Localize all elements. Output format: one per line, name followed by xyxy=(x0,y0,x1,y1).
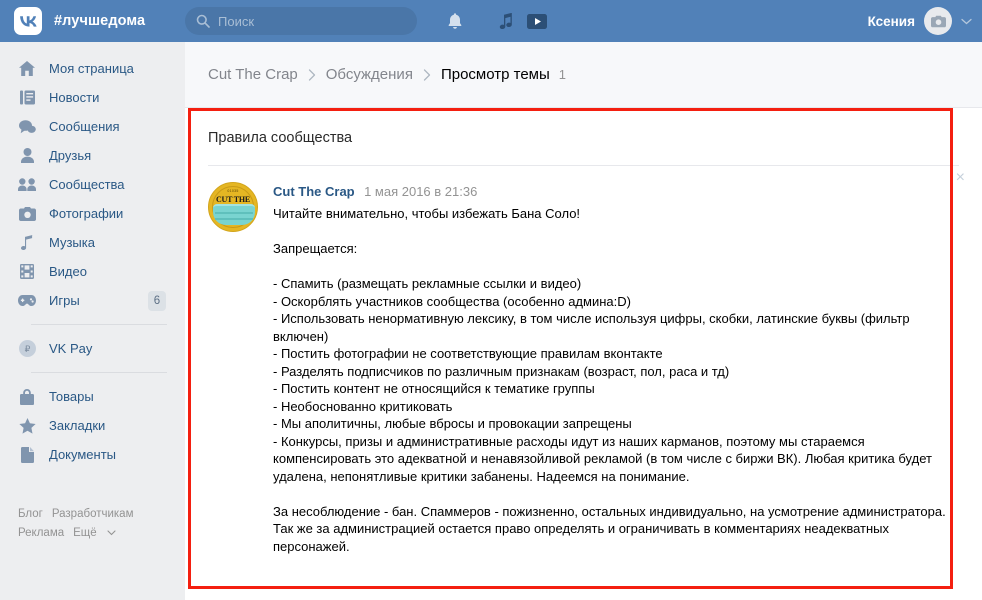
svg-text:₽: ₽ xyxy=(24,344,30,354)
bag-icon xyxy=(18,388,36,406)
avatar[interactable] xyxy=(924,7,952,35)
film-icon xyxy=(18,263,36,281)
people-icon xyxy=(18,176,36,194)
header-username: Ксения xyxy=(867,13,915,29)
sidebar-item-documents[interactable]: Документы xyxy=(0,440,185,469)
sidebar-label: Игры xyxy=(49,293,80,308)
page-title: Правила сообщества xyxy=(208,130,353,146)
brand-hashtag: #лучшедома xyxy=(54,13,146,29)
chevron-right-icon xyxy=(308,68,316,81)
chevron-right-icon xyxy=(423,68,431,81)
main-content: Cut The Crap Обсуждения Просмотр темы 1 … xyxy=(185,42,982,600)
sidebar-label: Товары xyxy=(49,389,94,404)
video-play-icon[interactable] xyxy=(520,0,554,42)
avatar-name-text: CUT THE xyxy=(215,194,251,204)
sidebar-item-communities[interactable]: Сообщества xyxy=(0,170,185,199)
sidebar-item-my-page[interactable]: Моя страница xyxy=(0,54,185,83)
home-icon xyxy=(18,60,36,78)
camera-icon xyxy=(18,205,36,223)
sidebar-item-friends[interactable]: Друзья xyxy=(0,141,185,170)
sidebar-label: Друзья xyxy=(49,148,92,163)
footer-link-more[interactable]: Ещё xyxy=(73,527,97,539)
left-sidebar: Моя страница Новости Сообщения Друзья Со… xyxy=(0,42,185,600)
post: 01035 CUT THE Cut The Crap 1 мая 2016 в … xyxy=(208,166,965,555)
sidebar-item-video[interactable]: Видео xyxy=(0,257,185,286)
sidebar-item-goods[interactable]: Товары xyxy=(0,382,185,411)
close-icon[interactable]: × xyxy=(956,170,965,186)
main-navigation: Моя страница Новости Сообщения Друзья Со… xyxy=(0,42,185,469)
avatar-top-text: 01035 xyxy=(227,189,239,193)
vk-logo-icon[interactable] xyxy=(14,7,42,35)
sidebar-label: Моя страница xyxy=(49,61,134,76)
sidebar-label: Документы xyxy=(49,447,117,462)
breadcrumb-group[interactable]: Cut The Crap xyxy=(208,66,298,83)
gamepad-icon xyxy=(18,292,36,310)
community-avatar[interactable]: 01035 CUT THE xyxy=(208,182,258,232)
sidebar-label: Фотографии xyxy=(49,206,124,221)
post-meta: Cut The Crap 1 мая 2016 в 21:36 xyxy=(273,183,959,201)
post-content: Cut The Crap 1 мая 2016 в 21:36 Читайте … xyxy=(273,182,959,555)
person-icon xyxy=(18,147,36,165)
chevron-down-icon[interactable] xyxy=(961,18,972,25)
music-note-icon[interactable] xyxy=(489,0,523,42)
sidebar-label: Сообщества xyxy=(49,177,125,192)
breadcrumb-count: 1 xyxy=(558,67,566,82)
sidebar-label: VK Pay xyxy=(49,341,93,356)
breadcrumb-current: Просмотр темы xyxy=(440,66,550,83)
sidebar-divider-2 xyxy=(31,372,167,373)
sidebar-divider-1 xyxy=(31,324,167,325)
sidebar-item-games[interactable]: Игры 6 xyxy=(0,286,185,315)
footer-link-blog[interactable]: Блог xyxy=(18,508,43,520)
mask-icon xyxy=(213,204,255,225)
post-date: 1 мая 2016 в 21:36 xyxy=(364,184,478,199)
music-note-icon xyxy=(18,234,36,252)
footer-link-developers[interactable]: Разработчикам xyxy=(52,508,134,520)
sidebar-footer: Блог Разработчикам Реклама Ещё xyxy=(18,504,178,542)
message-icon xyxy=(18,118,36,136)
search-box[interactable] xyxy=(185,7,417,35)
sidebar-item-bookmarks[interactable]: Закладки xyxy=(0,411,185,440)
sidebar-label: Новости xyxy=(49,90,100,105)
sidebar-label: Сообщения xyxy=(49,119,120,134)
topic-card: Правила сообщества 01035 CUT THE Cut The… xyxy=(185,108,982,555)
chevron-down-icon[interactable] xyxy=(107,523,116,541)
bell-icon[interactable] xyxy=(438,0,472,42)
games-badge: 6 xyxy=(148,290,166,311)
star-icon xyxy=(18,417,36,435)
sidebar-item-vk-pay[interactable]: ₽ VK Pay xyxy=(0,334,185,363)
search-input[interactable] xyxy=(218,13,417,29)
news-icon xyxy=(18,89,36,107)
top-header: #лучшедома Ксения xyxy=(0,0,982,42)
breadcrumb: Cut The Crap Обсуждения Просмотр темы 1 xyxy=(185,42,982,108)
breadcrumb-section[interactable]: Обсуждения xyxy=(326,66,413,83)
document-icon xyxy=(18,446,36,464)
ruble-circle-icon: ₽ xyxy=(18,340,36,358)
sidebar-item-news[interactable]: Новости xyxy=(0,83,185,112)
sidebar-item-messages[interactable]: Сообщения xyxy=(0,112,185,141)
sidebar-label: Закладки xyxy=(49,418,106,433)
post-author[interactable]: Cut The Crap xyxy=(273,184,355,199)
footer-link-ads[interactable]: Реклама xyxy=(18,527,64,539)
sidebar-item-photos[interactable]: Фотографии xyxy=(0,199,185,228)
sidebar-label: Видео xyxy=(49,264,87,279)
camera-icon xyxy=(930,15,946,27)
post-text: Читайте внимательно, чтобы избежать Бана… xyxy=(273,206,946,554)
search-icon xyxy=(196,14,210,28)
user-menu[interactable]: Ксения xyxy=(868,0,972,42)
sidebar-label: Музыка xyxy=(49,235,95,250)
sidebar-item-music[interactable]: Музыка xyxy=(0,228,185,257)
